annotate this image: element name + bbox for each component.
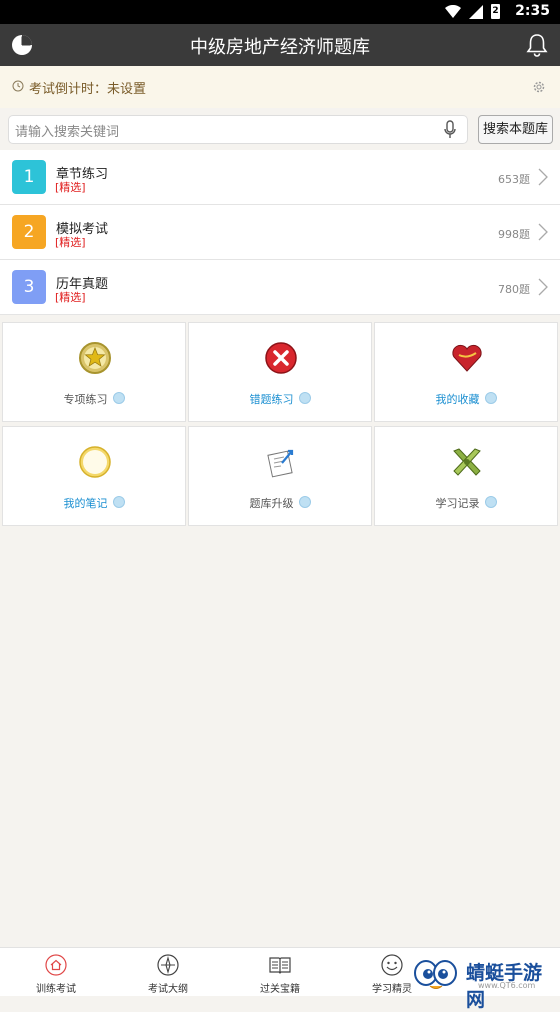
- search-bar: 请输入搜索关键词 搜索本题库: [0, 108, 560, 150]
- item-tag: [精选]: [55, 236, 86, 249]
- wifi-icon: [445, 4, 461, 18]
- page-title: 中级房地产经济师题库: [190, 37, 370, 58]
- clock-time: 2:35: [515, 3, 550, 19]
- watermark-url: www.QT6.com: [478, 981, 536, 990]
- signal-icon: [469, 4, 483, 19]
- list-item-mock-exam[interactable]: 2 模拟考试 [精选] 998题: [0, 205, 560, 260]
- feature-wrong-questions[interactable]: 错题练习: [188, 322, 372, 422]
- tab-pass-guide[interactable]: 过关宝籍: [224, 948, 336, 996]
- feature-my-favorites[interactable]: 我的收藏: [374, 322, 558, 422]
- item-tag: [精选]: [55, 181, 86, 194]
- home-icon: [45, 954, 67, 976]
- info-dot-icon: [298, 392, 311, 404]
- star-medal-icon: [79, 342, 111, 374]
- tab-label: 过关宝籍: [260, 984, 300, 995]
- feature-study-records[interactable]: 学习记录: [374, 426, 558, 526]
- search-placeholder: 请输入搜索关键词: [15, 125, 120, 140]
- feature-label: 错题练习: [189, 391, 371, 407]
- feature-label-text: 我的笔记: [63, 497, 108, 510]
- info-dot-icon: [298, 496, 311, 508]
- list-item-chapter-practice[interactable]: 1 章节练习 [精选] 653题: [0, 150, 560, 205]
- clock-icon: [12, 80, 24, 92]
- countdown-text: 考试倒计时：未设置: [29, 82, 147, 97]
- feature-label: 学习记录: [375, 495, 557, 511]
- info-dot-icon: [484, 392, 497, 404]
- bell-icon[interactable]: [526, 33, 548, 57]
- app-bar: 中级房地产经济师题库: [0, 24, 560, 66]
- tab-exam-syllabus[interactable]: 考试大纲: [112, 948, 224, 996]
- feature-label: 专项练习: [3, 391, 185, 407]
- list-item-past-exams[interactable]: 3 历年真题 [精选] 780题: [0, 260, 560, 315]
- feature-label-text: 错题练习: [249, 393, 294, 406]
- search-button[interactable]: 搜索本题库: [478, 115, 553, 144]
- info-dot-icon: [112, 496, 125, 508]
- red-x-icon: [265, 342, 297, 374]
- exam-countdown[interactable]: 考试倒计时：未设置: [0, 66, 560, 108]
- feature-bank-upgrade[interactable]: 题库升级: [188, 426, 372, 526]
- feature-label: 我的收藏: [375, 391, 557, 407]
- tools-icon: [453, 448, 481, 476]
- item-number-badge: 1: [12, 160, 46, 194]
- watermark: 蜻蜓手游网 www.QT6.com: [412, 953, 558, 1011]
- battery-icon: 2: [491, 4, 500, 19]
- feature-my-notes[interactable]: 我的笔记: [2, 426, 186, 526]
- note-pad-icon: [79, 446, 111, 478]
- feature-special-practice[interactable]: 专项练习: [2, 322, 186, 422]
- chevron-right-icon: [538, 168, 548, 186]
- item-number-badge: 3: [12, 270, 46, 304]
- feature-label-text: 专项练习: [63, 393, 108, 406]
- status-bar: 2 2:35: [0, 0, 560, 24]
- status-icons: 2: [445, 4, 500, 19]
- feature-label-text: 题库升级: [249, 497, 294, 510]
- feature-label: 我的笔记: [3, 495, 185, 511]
- item-tag: [精选]: [55, 291, 86, 304]
- item-count: 998题: [498, 228, 530, 241]
- compass-icon: [157, 954, 179, 976]
- upgrade-icon: [267, 449, 294, 478]
- book-icon: [269, 957, 291, 974]
- tab-label: 训练考试: [36, 984, 76, 995]
- gear-icon[interactable]: [532, 80, 546, 94]
- tab-label: 考试大纲: [148, 984, 188, 995]
- dragonfly-logo-icon: [414, 960, 457, 989]
- info-dot-icon: [484, 496, 497, 508]
- info-dot-icon: [112, 392, 125, 404]
- feature-label: 题库升级: [189, 495, 371, 511]
- heart-icon: [452, 344, 482, 372]
- search-input[interactable]: 请输入搜索关键词: [8, 115, 468, 144]
- section-list: 1 章节练习 [精选] 653题 2 模拟考试 [精选] 998题 3 历年真题…: [0, 150, 560, 315]
- item-number-badge: 2: [12, 215, 46, 249]
- feature-label-text: 我的收藏: [435, 393, 480, 406]
- tab-training-exam[interactable]: 训练考试: [0, 948, 112, 996]
- microphone-icon[interactable]: [443, 120, 457, 140]
- chevron-right-icon: [538, 278, 548, 296]
- smiley-icon: [381, 954, 403, 976]
- chevron-right-icon: [538, 223, 548, 241]
- item-count: 653题: [498, 173, 530, 186]
- feature-label-text: 学习记录: [435, 497, 480, 510]
- item-count: 780题: [498, 283, 530, 296]
